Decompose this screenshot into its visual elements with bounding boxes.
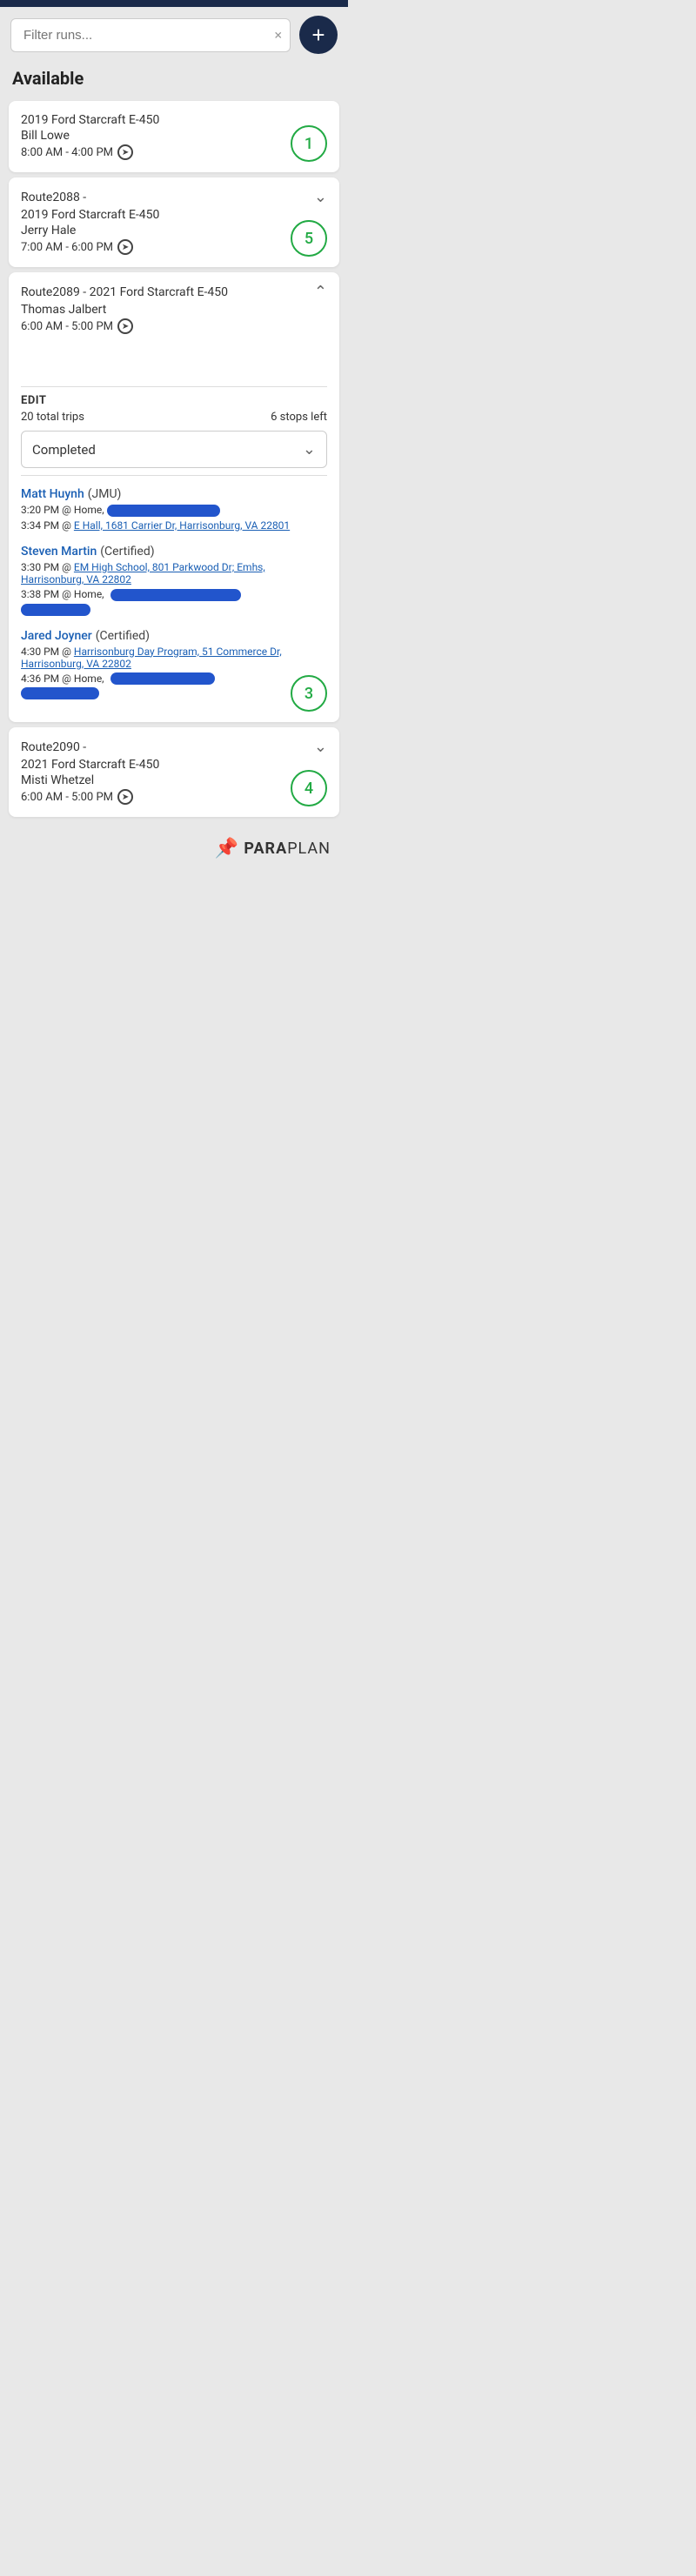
route-name-2: Route2088 - ⌄	[21, 188, 327, 206]
route-card-4: Route2090 - ⌄ 2021 Ford Starcraft E-450 …	[9, 727, 339, 817]
vehicle-name-4: 2021 Ford Starcraft E-450	[21, 758, 327, 772]
filter-input[interactable]	[10, 18, 291, 52]
edit-label: EDIT	[21, 394, 327, 407]
redacted-jared-2a	[110, 672, 215, 685]
chevron-down-4[interactable]: ⌄	[314, 738, 327, 756]
passenger-name-matt[interactable]: Matt Huynh	[21, 487, 84, 501]
chevron-up-3[interactable]: ⌃	[314, 283, 327, 301]
clear-icon[interactable]: ×	[274, 27, 282, 43]
completed-chevron: ⌄	[303, 440, 316, 458]
vehicle-name-2: 2019 Ford Starcraft E-450	[21, 208, 327, 222]
route-name-3: Route2089 - 2021 Ford Starcraft E-450 ⌃	[21, 283, 327, 301]
nav-icon-2: ➤	[117, 239, 133, 255]
stop-steven-2: 3:38 PM @ Home,	[21, 588, 327, 616]
badge-1: 1	[291, 125, 327, 162]
route-name-4: Route2090 - ⌄	[21, 738, 327, 756]
completed-dropdown[interactable]: Completed ⌄	[21, 431, 327, 468]
time-text-4: 6:00 AM - 5:00 PM	[21, 791, 113, 804]
divider-2	[21, 475, 327, 476]
route-prefix-4: Route2090 -	[21, 740, 86, 754]
passengers-section: Matt Huynh (JMU) 3:20 PM @ Home, 3:34 PM…	[21, 485, 327, 699]
stop-matt-1-time: 3:20 PM	[21, 504, 59, 516]
divider-1	[21, 386, 327, 387]
time-row-2: 7:00 AM - 6:00 PM ➤	[21, 239, 327, 255]
passenger-jared-joyner: Jared Joyner (Certified) 4:30 PM @ Harri…	[21, 626, 327, 700]
passenger-matt-huynh: Matt Huynh (JMU) 3:20 PM @ Home, 3:34 PM…	[21, 485, 327, 532]
available-section-label: Available	[0, 63, 348, 96]
stop-jared-2-time: 4:36 PM @ Home,	[21, 672, 104, 685]
stop-matt-1-prefix: @ Home,	[62, 504, 104, 516]
driver-name-4: Misti Whetzel	[21, 773, 327, 787]
badge-3: 3	[291, 675, 327, 712]
stop-matt-2-time: 3:34 PM @	[21, 519, 74, 532]
passenger-name-steven[interactable]: Steven Martin	[21, 545, 97, 559]
route-card-1: 2019 Ford Starcraft E-450 Bill Lowe 8:00…	[9, 101, 339, 172]
stop-steven-1: 3:30 PM @ EM High School, 801 Parkwood D…	[21, 561, 327, 585]
stop-jared-1-time: 4:30 PM @	[21, 646, 74, 658]
top-bar	[0, 0, 348, 7]
trips-row: 20 total trips 6 stops left	[21, 411, 327, 424]
badge-2: 5	[291, 220, 327, 257]
stop-steven-1-time: 3:30 PM @	[21, 561, 74, 573]
time-row-1: 8:00 AM - 4:00 PM ➤	[21, 144, 327, 160]
stop-matt-1: 3:20 PM @ Home,	[21, 504, 327, 517]
driver-name-3: Thomas Jalbert	[21, 303, 327, 317]
stop-jared-2: 4:36 PM @ Home,	[21, 672, 327, 700]
route-prefix-2: Route2088 -	[21, 191, 86, 204]
route-card-2: Route2088 - ⌄ 2019 Ford Starcraft E-450 …	[9, 177, 339, 267]
passenger-steven-martin: Steven Martin (Certified) 3:30 PM @ EM H…	[21, 542, 327, 616]
footer-brand: 📌 PARAPLAN	[0, 822, 348, 870]
nav-icon-1: ➤	[117, 144, 133, 160]
time-text-3: 6:00 AM - 5:00 PM	[21, 320, 113, 333]
nav-icon-3: ➤	[117, 318, 133, 334]
stops-left: 6 stops left	[271, 411, 327, 424]
time-text-1: 8:00 AM - 4:00 PM	[21, 146, 113, 159]
passenger-name-jared[interactable]: Jared Joyner	[21, 629, 92, 643]
stop-matt-2-address[interactable]: E Hall, 1681 Carrier Dr, Harrisonburg, V…	[74, 519, 290, 532]
header-row: × +	[0, 7, 348, 63]
map-pin-icon: 📌	[215, 838, 238, 860]
time-row-3: 6:00 AM - 5:00 PM ➤	[21, 318, 327, 334]
nav-icon-4: ➤	[117, 789, 133, 805]
redacted-steven-2a	[110, 589, 241, 601]
route-card-3: Route2089 - 2021 Ford Starcraft E-450 ⌃ …	[9, 272, 339, 722]
stop-steven-2-time: 3:38 PM @ Home,	[21, 588, 104, 600]
time-row-4: 6:00 AM - 5:00 PM ➤	[21, 789, 327, 805]
redacted-steven-2b	[21, 604, 90, 616]
chevron-down-2[interactable]: ⌄	[314, 188, 327, 206]
add-button[interactable]: +	[299, 16, 338, 54]
driver-name-2: Jerry Hale	[21, 224, 327, 238]
redacted-jared-2b	[21, 687, 99, 699]
time-text-2: 7:00 AM - 6:00 PM	[21, 241, 113, 254]
driver-name-1: Bill Lowe	[21, 129, 327, 143]
stop-matt-2: 3:34 PM @ E Hall, 1681 Carrier Dr, Harri…	[21, 519, 327, 532]
vehicle-name-1: 2019 Ford Starcraft E-450	[21, 113, 327, 127]
route-prefix-3: Route2089 - 2021 Ford Starcraft E-450	[21, 285, 228, 299]
brand-text: PARAPLAN	[244, 840, 331, 858]
passenger-cert-steven: (Certified)	[100, 545, 154, 559]
redacted-matt-1	[107, 505, 220, 517]
passenger-cert-matt: (JMU)	[88, 487, 122, 501]
total-trips: 20 total trips	[21, 411, 84, 424]
filter-input-wrapper: ×	[10, 18, 291, 52]
passenger-cert-jared: (Certified)	[96, 629, 150, 643]
completed-text: Completed	[32, 442, 96, 458]
stop-jared-1: 4:30 PM @ Harrisonburg Day Program, 51 C…	[21, 646, 327, 670]
